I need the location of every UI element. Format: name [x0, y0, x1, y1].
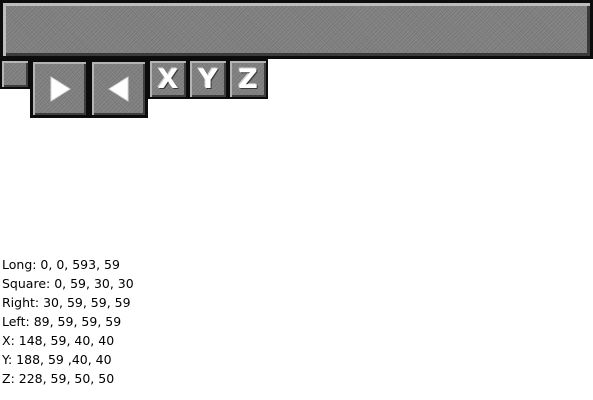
info-line-y: Y: 188, 59 ,40, 40 — [2, 352, 112, 367]
info-line-long: Long: 0, 0, 593, 59 — [2, 257, 120, 272]
x-label: X — [157, 63, 179, 95]
square-button[interactable] — [0, 59, 30, 89]
info-line-square: Square: 0, 59, 30, 30 — [2, 276, 134, 291]
z-label: Z — [238, 63, 258, 95]
z-button[interactable]: Z — [228, 59, 268, 99]
info-line-x: X: 148, 59, 40, 40 — [2, 333, 115, 348]
right-button[interactable] — [30, 59, 89, 118]
play-left-icon — [92, 62, 145, 115]
long-button[interactable] — [0, 0, 593, 59]
x-button[interactable]: X — [148, 59, 188, 99]
left-button[interactable] — [89, 59, 148, 118]
info-line-right: Right: 30, 59, 59, 59 — [2, 295, 131, 310]
coordinates-info: Long: 0, 0, 593, 59 Square: 0, 59, 30, 3… — [2, 255, 134, 388]
y-button[interactable]: Y — [188, 59, 228, 99]
y-label: Y — [198, 63, 218, 95]
play-right-icon — [33, 62, 86, 115]
info-line-z: Z: 228, 59, 50, 50 — [2, 371, 115, 386]
info-line-left: Left: 89, 59, 59, 59 — [2, 314, 122, 329]
